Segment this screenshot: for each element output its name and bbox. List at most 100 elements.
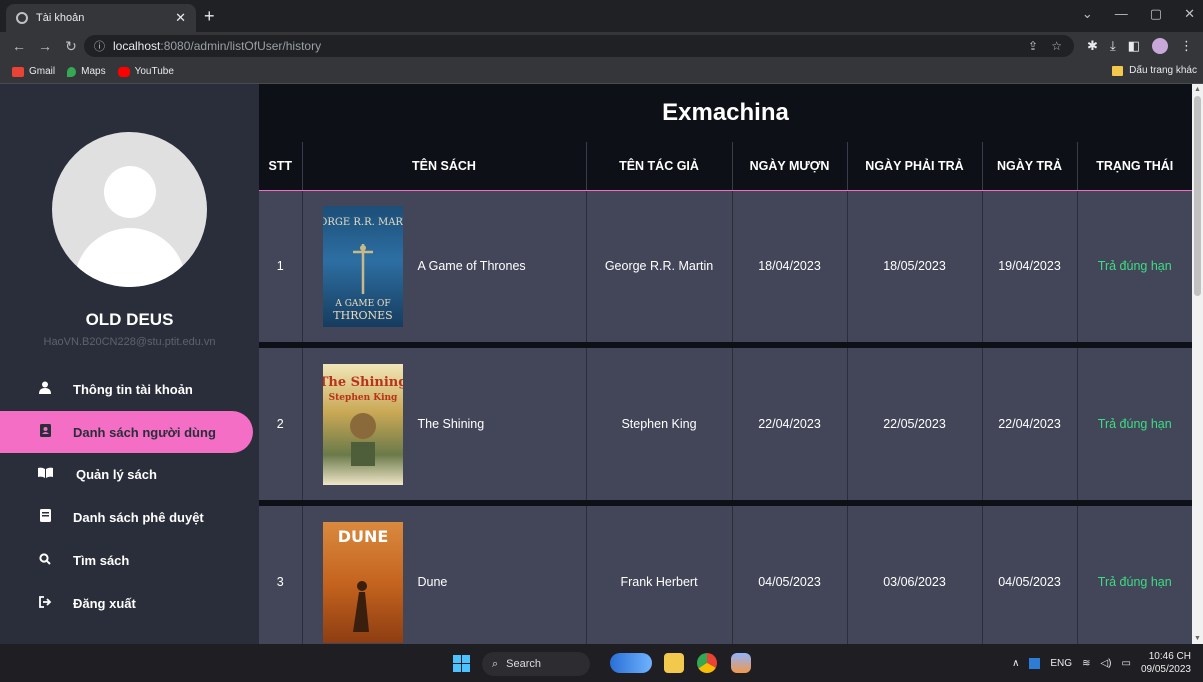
sidebar-item-approvals[interactable]: Danh sách phê duyệt <box>0 497 253 537</box>
address-bar-row: ← → ↻ ⓘ localhost:8080/admin/listOfUser/… <box>0 32 1203 60</box>
chevron-up-icon[interactable]: ∧ <box>1012 658 1019 669</box>
taskbar-search[interactable]: ⌕ Search <box>482 652 590 676</box>
sidebar-item-users[interactable]: Danh sách người dùng <box>0 411 253 453</box>
bookmark-youtube[interactable]: YouTube <box>117 66 174 77</box>
close-window-icon[interactable]: ✕ <box>1184 6 1195 22</box>
sidebar-item-label: Tìm sách <box>73 552 130 568</box>
book-title: A Game of Thrones <box>417 259 526 274</box>
sidebar-item-label: Danh sách người dùng <box>73 424 216 440</box>
url-host: localhost <box>113 39 161 53</box>
download-icon[interactable]: ⤓ <box>1110 38 1116 54</box>
book-icon <box>36 509 54 525</box>
extensions-icon[interactable]: ✱ <box>1087 38 1098 54</box>
book-title: Dune <box>417 575 448 589</box>
battery-icon[interactable]: ▭ <box>1121 658 1130 669</box>
sidebar-item-logout[interactable]: Đăng xuất <box>0 583 253 623</box>
book-cover-image: The Shining Stephen King <box>322 363 403 485</box>
bookmark-label: Gmail <box>29 66 56 77</box>
cover-title-text: A GAME OF <box>334 299 390 309</box>
restore-icon[interactable]: ▢ <box>1150 6 1162 22</box>
sidepanel-icon[interactable]: ◧ <box>1128 38 1140 54</box>
borrow-date-cell: 04/05/2023 <box>731 506 847 644</box>
volume-icon[interactable]: ◁) <box>1100 658 1111 669</box>
forward-icon[interactable]: → <box>38 38 52 54</box>
status-cell: Trả đúng hạn <box>1076 190 1192 342</box>
back-icon[interactable]: ← <box>12 38 26 54</box>
language-indicator[interactable]: ENG <box>1050 658 1072 669</box>
widgets-icon[interactable] <box>610 653 652 673</box>
scroll-up-icon[interactable]: ▲ <box>1194 86 1201 93</box>
stt-cell: 2 <box>259 348 302 500</box>
borrow-date-cell: 18/04/2023 <box>731 190 847 342</box>
scroll-down-icon[interactable]: ▼ <box>1194 635 1201 642</box>
due-date-cell: 22/05/2023 <box>846 348 982 500</box>
open-book-icon <box>36 467 54 481</box>
bookmark-gmail[interactable]: Gmail <box>12 66 55 77</box>
page-scrollbar[interactable]: ▲ ▼ <box>1192 84 1203 644</box>
column-header: TÊN TÁC GIẢ <box>585 142 732 191</box>
toolbar-actions: ✱ ⤓ ◧ ⋮ <box>1087 38 1193 54</box>
status-cell: Trả đúng hạn <box>1076 348 1192 500</box>
tray-app-icon[interactable] <box>1029 657 1041 669</box>
avatar-head <box>104 166 156 218</box>
sidebar-item-search-books[interactable]: Tìm sách <box>0 540 253 580</box>
profile-avatar[interactable] <box>1152 38 1168 54</box>
column-header: STT <box>259 142 302 191</box>
borrow-date-cell: 22/04/2023 <box>731 348 847 500</box>
cover-title-text: THRONES <box>333 309 392 322</box>
column-header: TÊN SÁCH <box>301 142 586 191</box>
due-date-cell: 18/05/2023 <box>846 190 982 342</box>
other-bookmarks[interactable]: Dấu trang khác <box>1112 65 1197 76</box>
user-icon <box>36 381 54 397</box>
user-name: OLD DEUS <box>85 310 174 329</box>
bookmark-maps[interactable]: Maps <box>67 66 106 77</box>
book-cell: DUNE Dune <box>301 506 586 644</box>
share-icon[interactable]: ⇪ <box>1028 39 1038 53</box>
sidebar-item-label: Danh sách phê duyệt <box>73 509 204 525</box>
address-book-icon <box>36 424 54 440</box>
status-cell: Trả đúng hạn <box>1076 506 1192 644</box>
stt-cell: 3 <box>259 506 302 644</box>
file-explorer-icon[interactable] <box>664 653 684 673</box>
menu-kebab-icon[interactable]: ⋮ <box>1180 38 1193 54</box>
site-info-icon[interactable]: ⓘ <box>94 38 105 54</box>
clock-date: 09/05/2023 <box>1140 664 1191 675</box>
avatar <box>52 132 207 287</box>
book-cover-image: GEORGE R.R. MARTIN A GAME OF THRONES <box>322 205 403 327</box>
youtube-icon <box>117 66 130 77</box>
table-row[interactable]: 3 DUNE Dune Frank Herbert 04/05/2023 03/… <box>259 506 1192 644</box>
sidebar-item-account[interactable]: Thông tin tài khoản <box>0 369 253 409</box>
sidebar-item-manage-books[interactable]: Quản lý sách <box>0 454 253 494</box>
reload-icon[interactable]: ↻ <box>64 38 78 55</box>
chevron-down-icon[interactable]: ⌄ <box>1082 6 1093 22</box>
user-email: HaoVN.B20CN228@stu.ptit.edu.vn <box>43 336 216 348</box>
stt-cell: 1 <box>259 190 302 342</box>
browser-tab-bar: Tài khoản ✕ + ⌄ — ▢ ✕ <box>0 0 1203 32</box>
app-area: OLD DEUS HaoVN.B20CN228@stu.ptit.edu.vn … <box>0 84 1203 644</box>
url-input[interactable]: ⓘ localhost:8080/admin/listOfUser/histor… <box>84 35 1074 57</box>
close-tab-icon[interactable]: ✕ <box>175 10 186 26</box>
chrome-icon[interactable] <box>697 653 717 673</box>
return-date-cell: 19/04/2023 <box>981 190 1077 342</box>
globe-icon <box>16 12 28 24</box>
minimize-icon[interactable]: — <box>1115 6 1128 22</box>
table-header-row: STT TÊN SÁCH TÊN TÁC GIẢ NGÀY MƯỢN NGÀY … <box>259 142 1192 191</box>
url-path: :8080/admin/listOfUser/history <box>160 39 322 53</box>
browser-tab[interactable]: Tài khoản ✕ <box>6 4 196 32</box>
bookmark-star-icon[interactable]: ☆ <box>1051 39 1062 53</box>
table-row[interactable]: 2 The Shining Stephen King The Shining S… <box>259 348 1192 500</box>
cover-title-text: DUNE <box>337 527 388 546</box>
column-header: NGÀY MƯỢN <box>731 142 847 191</box>
wifi-icon[interactable]: ≋ <box>1082 658 1090 669</box>
other-bookmarks-label: Dấu trang khác <box>1129 65 1197 76</box>
app-shield-icon[interactable] <box>731 653 751 673</box>
table-row[interactable]: 1 GEORGE R.R. MARTIN A GAME OF TH <box>259 190 1192 342</box>
sidebar-item-label: Quản lý sách <box>76 466 157 482</box>
clock[interactable]: 10:46 CH 09/05/2023 <box>1141 650 1191 676</box>
scroll-thumb[interactable] <box>1194 96 1201 296</box>
windows-start-icon[interactable] <box>453 655 470 672</box>
cover-author-text: Stephen King <box>328 393 397 403</box>
sidebar: OLD DEUS HaoVN.B20CN228@stu.ptit.edu.vn … <box>0 84 259 644</box>
new-tab-icon[interactable]: + <box>204 6 215 27</box>
sidebar-item-label: Đăng xuất <box>73 595 136 611</box>
